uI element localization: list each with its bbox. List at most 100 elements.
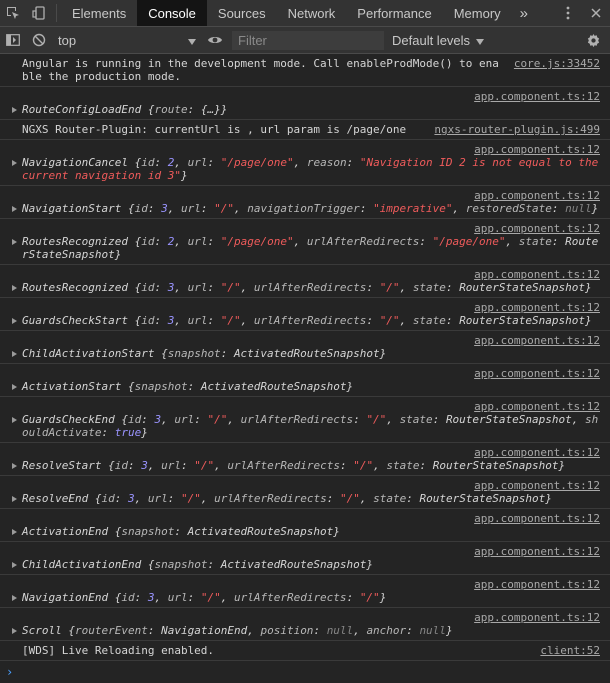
console-message[interactable]: app.component.ts:12 ResolveEnd {id: 3, ur…	[0, 476, 610, 509]
filter-input[interactable]	[232, 30, 384, 50]
console-message[interactable]: app.component.ts:12 GuardsCheckStart {id:…	[0, 298, 610, 331]
source-link[interactable]: app.component.ts:12	[474, 545, 600, 558]
expand-triangle-icon[interactable]	[12, 206, 17, 212]
punctuation: :	[313, 624, 327, 637]
expand-triangle-icon[interactable]	[12, 318, 17, 324]
source-link[interactable]: app.component.ts:12	[474, 400, 600, 413]
source-link[interactable]: app.component.ts:12	[474, 301, 600, 314]
tab-sources[interactable]: Sources	[207, 0, 277, 26]
expand-triangle-icon[interactable]	[12, 160, 17, 166]
log-levels-label: Default levels	[392, 32, 471, 48]
source-link[interactable]: app.component.ts:12	[474, 189, 600, 202]
source-link[interactable]: app.component.ts:12	[474, 90, 600, 103]
source-link[interactable]: app.component.ts:12	[474, 611, 600, 624]
property-key: id	[134, 202, 148, 215]
punctuation: :	[127, 459, 142, 472]
tab-performance[interactable]: Performance	[346, 0, 442, 26]
source-link[interactable]: client:52	[540, 644, 600, 657]
console-message[interactable]: app.component.ts:12 NavigationStart {id: …	[0, 186, 610, 219]
property-value: "/"	[207, 413, 228, 426]
punctuation: :	[154, 156, 168, 169]
source-link[interactable]: app.component.ts:12	[474, 446, 600, 459]
property-key: snapshot	[154, 558, 208, 571]
source-link[interactable]: core.js:33452	[514, 57, 600, 70]
source-link[interactable]: app.component.ts:12	[474, 578, 600, 591]
context-value: top	[58, 32, 77, 48]
expand-triangle-icon[interactable]	[12, 529, 17, 535]
source-link[interactable]: ngxs-router-plugin.js:499	[434, 123, 600, 136]
console-message[interactable]: core.js:33452 Angular is running in the d…	[0, 54, 610, 87]
expand-triangle-icon[interactable]	[12, 562, 17, 568]
expand-triangle-icon[interactable]	[12, 595, 17, 601]
expand-triangle-icon[interactable]	[12, 496, 17, 502]
console-message[interactable]: app.component.ts:12 ActivationStart {snap…	[0, 364, 610, 397]
console-message[interactable]: app.component.ts:12 RoutesRecognized {id:…	[0, 219, 610, 265]
source-link[interactable]: app.component.ts:12	[474, 367, 600, 380]
console-message[interactable]: app.component.ts:12 ChildActivationStart …	[0, 331, 610, 364]
event-name: ChildActivationStart	[22, 347, 155, 360]
console-message[interactable]: app.component.ts:12 ChildActivationEnd {s…	[0, 542, 610, 575]
property-key: reason	[306, 156, 347, 169]
context-selector[interactable]: top	[52, 33, 202, 48]
punctuation: ,	[134, 492, 148, 505]
source-link[interactable]: app.component.ts:12	[474, 479, 600, 492]
expand-triangle-icon[interactable]	[12, 239, 17, 245]
gear-icon[interactable]	[580, 33, 606, 48]
tab-console[interactable]: Console	[137, 0, 207, 26]
property-key: urlAfterRedirects	[227, 459, 340, 472]
property-key: id	[141, 314, 155, 327]
source-link[interactable]: app.component.ts:12	[474, 334, 600, 347]
property-key: urlAfterRedirects	[253, 314, 367, 327]
punctuation: :	[419, 235, 433, 248]
punctuation: :	[366, 314, 380, 327]
tab-elements[interactable]: Elements	[61, 0, 137, 26]
console-message[interactable]: app.component.ts:12 ActivationEnd {snapsh…	[0, 509, 610, 542]
console-message[interactable]: app.component.ts:12 NavigationEnd {id: 3,…	[0, 575, 610, 608]
source-link[interactable]: app.component.ts:12	[474, 143, 600, 156]
expand-triangle-icon[interactable]	[12, 417, 17, 423]
property-key: id	[114, 459, 128, 472]
console-message[interactable]: ngxs-router-plugin.js:499 NGXS Router-Plu…	[0, 120, 610, 140]
punctuation: :	[406, 492, 420, 505]
event-name: ResolveStart	[22, 459, 102, 472]
expand-triangle-icon[interactable]	[12, 628, 17, 634]
expand-triangle-icon[interactable]	[12, 463, 17, 469]
console-message[interactable]: app.component.ts:12 Scroll {routerEvent: …	[0, 608, 610, 641]
property-key: id	[141, 235, 155, 248]
device-toolbar-icon[interactable]	[26, 0, 52, 26]
console-message[interactable]: app.component.ts:12 RouteConfigLoadEnd {r…	[0, 87, 610, 120]
console-message[interactable]: app.component.ts:12 GuardsCheckEnd {id: 3…	[0, 397, 610, 443]
property-key: position	[260, 624, 314, 637]
source-link[interactable]: app.component.ts:12	[474, 268, 600, 281]
tab-memory[interactable]: Memory	[443, 0, 512, 26]
close-icon[interactable]	[582, 8, 610, 18]
log-object: RoutesRecognized {id: 2, url: "/page/one…	[22, 235, 599, 261]
kebab-menu-icon[interactable]	[554, 6, 582, 20]
tab-network[interactable]: Network	[277, 0, 347, 26]
punctuation: :	[432, 413, 446, 426]
punctuation: ,	[174, 156, 188, 169]
punctuation: ,	[233, 202, 248, 215]
console-message[interactable]: client:52 [WDS] Live Reloading enabled.	[0, 641, 610, 661]
inspect-element-icon[interactable]	[0, 0, 26, 26]
source-link[interactable]: app.component.ts:12	[474, 222, 600, 235]
console-message[interactable]: app.component.ts:12 RoutesRecognized {id:…	[0, 265, 610, 298]
punctuation: :	[147, 202, 162, 215]
eye-icon[interactable]	[202, 34, 228, 46]
log-levels-dropdown[interactable]: Default levels	[392, 32, 485, 48]
sidebar-toggle-icon[interactable]	[0, 34, 26, 46]
expand-triangle-icon[interactable]	[12, 351, 17, 357]
log-object: ActivationStart {snapshot: ActivatedRout…	[22, 380, 354, 393]
punctuation: :	[346, 591, 360, 604]
console-message[interactable]: app.component.ts:12 NavigationCancel {id:…	[0, 140, 610, 186]
source-link[interactable]: app.component.ts:12	[474, 512, 600, 525]
expand-triangle-icon[interactable]	[12, 384, 17, 390]
punctuation: :	[366, 281, 380, 294]
expand-triangle-icon[interactable]	[12, 285, 17, 291]
punctuation: ,	[399, 281, 413, 294]
expand-triangle-icon[interactable]	[12, 107, 17, 113]
console-prompt[interactable]: ›	[0, 661, 610, 683]
console-message[interactable]: app.component.ts:12 ResolveStart {id: 3, …	[0, 443, 610, 476]
clear-console-icon[interactable]	[26, 33, 52, 47]
more-tabs-button[interactable]: »	[512, 0, 536, 26]
